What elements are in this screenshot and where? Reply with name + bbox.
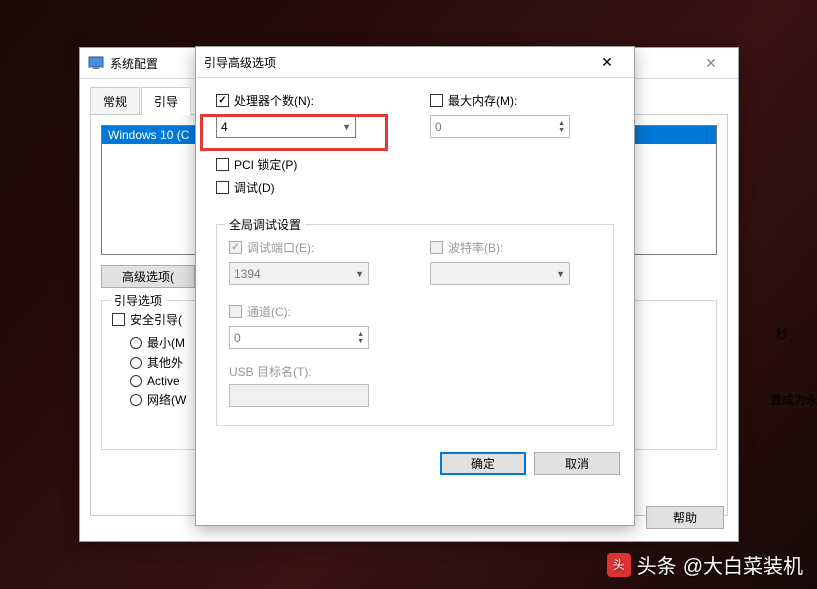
chevron-down-icon: ▼ bbox=[556, 269, 565, 279]
dialog-body: 处理器个数(N): 4 ▼ 最大内存(M): 0 ▲▼ bbox=[196, 78, 634, 440]
channel-checkbox: 通道(C): bbox=[229, 303, 601, 320]
dialog-title: 引导高级选项 bbox=[204, 54, 584, 71]
radio-icon bbox=[130, 394, 142, 406]
radio-icon bbox=[130, 375, 142, 387]
maxmem-spinner: 0 ▲▼ bbox=[430, 115, 570, 138]
baud-combo: ▼ bbox=[430, 262, 570, 285]
channel-spinner: 0 ▲▼ bbox=[229, 326, 369, 349]
dialog-buttons: 确定 取消 bbox=[196, 440, 634, 487]
pci-lock-checkbox[interactable]: PCI 锁定(P) bbox=[216, 156, 614, 173]
checkbox-icon bbox=[216, 181, 229, 194]
debug-port-checkbox: 调试端口(E): bbox=[229, 239, 400, 256]
spinner-buttons: ▲▼ bbox=[357, 331, 364, 345]
debug-port-combo: 1394 ▼ bbox=[229, 262, 369, 285]
checkbox-icon bbox=[216, 94, 229, 107]
watermark-author: @大白菜装机 bbox=[683, 550, 803, 579]
parent-buttons: 帮助 bbox=[632, 494, 738, 541]
spinner-buttons: ▲▼ bbox=[558, 120, 565, 134]
truncated-permanent: 置成为永久设置 bbox=[770, 391, 817, 408]
boot-options-title: 引导选项 bbox=[110, 292, 166, 309]
checkbox-icon bbox=[229, 305, 242, 318]
checkbox-icon bbox=[216, 158, 229, 171]
toutiao-icon: 头 bbox=[607, 553, 631, 577]
debug-checkbox[interactable]: 调试(D) bbox=[216, 179, 614, 196]
watermark-prefix: 头条 bbox=[637, 550, 677, 579]
chevron-down-icon: ▼ bbox=[355, 269, 364, 279]
usb-target-label: USB 目标名(T): bbox=[229, 363, 601, 380]
processors-checkbox[interactable]: 处理器个数(N): bbox=[216, 92, 400, 109]
baud-checkbox: 波特率(B): bbox=[430, 239, 601, 256]
advanced-options-button[interactable]: 高级选项( bbox=[101, 265, 195, 288]
chevron-down-icon: ▼ bbox=[342, 122, 351, 132]
help-button[interactable]: 帮助 bbox=[646, 506, 724, 529]
processors-combo[interactable]: 4 ▼ bbox=[216, 115, 356, 138]
tab-boot[interactable]: 引导 bbox=[141, 87, 191, 115]
ok-button[interactable]: 确定 bbox=[440, 452, 526, 475]
cancel-button[interactable]: 取消 bbox=[534, 452, 620, 475]
boot-advanced-dialog: 引导高级选项 ✕ 处理器个数(N): 4 ▼ 最大内存(M): bbox=[195, 46, 635, 526]
tab-general[interactable]: 常规 bbox=[90, 87, 140, 115]
maxmem-checkbox[interactable]: 最大内存(M): bbox=[430, 92, 614, 109]
dialog-titlebar: 引导高级选项 ✕ bbox=[196, 47, 634, 78]
checkbox-icon bbox=[229, 241, 242, 254]
checkbox-icon bbox=[112, 313, 125, 326]
dialog-close-button[interactable]: ✕ bbox=[584, 47, 630, 77]
watermark: 头 头条 @大白菜装机 bbox=[607, 550, 803, 579]
checkbox-icon bbox=[430, 241, 443, 254]
parent-close-button[interactable]: ✕ bbox=[688, 48, 734, 78]
checkbox-icon bbox=[430, 94, 443, 107]
global-debug-title: 全局调试设置 bbox=[225, 216, 305, 233]
global-debug-group: 全局调试设置 调试端口(E): 1394 ▼ 波特率(B): bbox=[216, 224, 614, 426]
msconfig-icon bbox=[88, 55, 104, 71]
radio-icon bbox=[130, 337, 142, 349]
radio-icon bbox=[130, 357, 142, 369]
truncated-seconds: 秒 bbox=[776, 325, 788, 342]
usb-target-textbox bbox=[229, 384, 369, 407]
